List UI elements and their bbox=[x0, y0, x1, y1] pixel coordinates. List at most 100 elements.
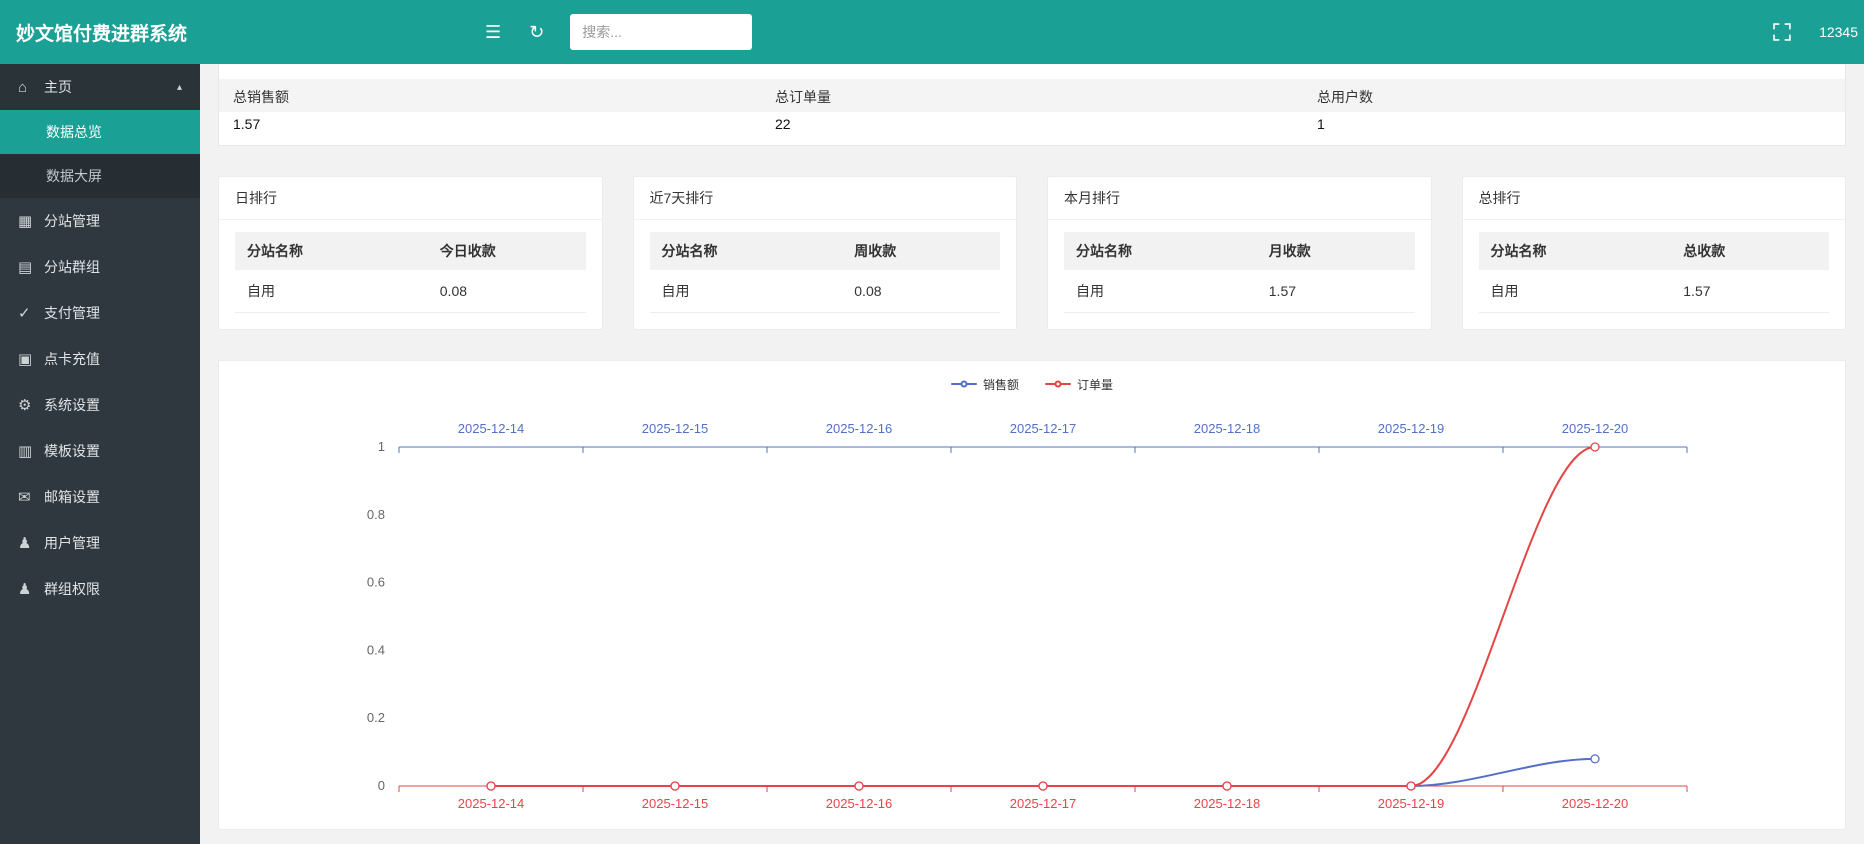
sidebar-item-payment-manage[interactable]: ✓支付管理 bbox=[0, 290, 200, 336]
sidebar-item-label: 主页 bbox=[44, 77, 72, 97]
ranking-header-row: 分站名称周收款 bbox=[650, 232, 1001, 270]
username[interactable]: 12345 bbox=[1819, 24, 1858, 40]
sidebar-subitem-data-screen[interactable]: 数据大屏 bbox=[0, 154, 200, 198]
sidebar-item-site-groups[interactable]: ▤分站群组 bbox=[0, 244, 200, 290]
sidebar-item-label: 群组权限 bbox=[44, 579, 100, 599]
cell-amount: 1.57 bbox=[1671, 270, 1829, 313]
svg-text:2025-12-20: 2025-12-20 bbox=[1562, 421, 1629, 436]
ranking-card-week: 近7天排行分站名称周收款自用0.08 bbox=[633, 176, 1018, 330]
collapse-sidebar-icon[interactable]: ☰ bbox=[485, 23, 501, 41]
table-row: 自用1.57 bbox=[1479, 270, 1830, 313]
legend-label: 订单量 bbox=[1077, 376, 1113, 393]
ranking-body: 分站名称月收款自用1.57 bbox=[1048, 220, 1431, 329]
header: 妙文馆付费进群系统 ☰ ↻ 12345 bbox=[0, 0, 1864, 64]
refresh-icon[interactable]: ↻ bbox=[529, 23, 544, 41]
sidebar-item-label: 分站群组 bbox=[44, 257, 100, 277]
users-icon: ♟ bbox=[18, 580, 44, 598]
ranking-title: 本月排行 bbox=[1048, 177, 1431, 220]
stat-cell-3: 总销售额1.57 bbox=[219, 79, 761, 145]
svg-text:2025-12-18: 2025-12-18 bbox=[1194, 796, 1261, 811]
sidebar-item-site-manage[interactable]: ▦分站管理 bbox=[0, 198, 200, 244]
cell-site-name: 自用 bbox=[1479, 270, 1672, 313]
sidebar-item-label: 支付管理 bbox=[44, 303, 100, 323]
sidebar-item-user-manage[interactable]: ♟用户管理 bbox=[0, 520, 200, 566]
column-header: 分站名称 bbox=[1064, 232, 1257, 270]
caret-up-icon: ▴ bbox=[177, 82, 182, 93]
sidebar-item-home[interactable]: ⌂主页 ▴ bbox=[0, 64, 200, 110]
fullscreen-icon[interactable] bbox=[1773, 23, 1791, 41]
sidebar-item-group-permissions[interactable]: ♟群组权限 bbox=[0, 566, 200, 612]
column-header: 周收款 bbox=[842, 232, 1000, 270]
sidebar-subitem-label: 数据大屏 bbox=[46, 166, 102, 186]
svg-text:0.6: 0.6 bbox=[367, 575, 385, 590]
legend-item-orders[interactable]: 订单量 bbox=[1045, 376, 1113, 393]
ranking-table: 分站名称今日收款自用0.08 bbox=[235, 232, 586, 313]
svg-text:2025-12-14: 2025-12-14 bbox=[458, 421, 525, 436]
svg-text:2025-12-17: 2025-12-17 bbox=[1010, 421, 1077, 436]
svg-text:1: 1 bbox=[378, 439, 385, 454]
template-icon: ▥ bbox=[18, 442, 44, 460]
stat-value: 22 bbox=[761, 112, 1303, 145]
sidebar-item-system-settings[interactable]: ⚙系统设置 bbox=[0, 382, 200, 428]
legend-dot bbox=[960, 381, 967, 388]
layers-icon: ▤ bbox=[18, 258, 44, 276]
legend-marker bbox=[1045, 383, 1071, 385]
table-row: 自用0.08 bbox=[650, 270, 1001, 313]
main-content: 当天销售额0.08当天订单量1当天新用户数0总销售额1.57总订单量22总用户数… bbox=[200, 0, 1864, 842]
chart-legend: 销售额 订单量 bbox=[219, 375, 1845, 393]
ranking-card-total: 总排行分站名称总收款自用1.57 bbox=[1462, 176, 1847, 330]
svg-text:2025-12-16: 2025-12-16 bbox=[826, 421, 893, 436]
sidebar-item-template-settings[interactable]: ▥模板设置 bbox=[0, 428, 200, 474]
svg-text:2025-12-19: 2025-12-19 bbox=[1378, 421, 1445, 436]
stat-cell-4: 总订单量22 bbox=[761, 79, 1303, 145]
gear-icon: ⚙ bbox=[18, 396, 44, 414]
svg-text:2025-12-15: 2025-12-15 bbox=[642, 421, 709, 436]
svg-text:2025-12-16: 2025-12-16 bbox=[826, 796, 893, 811]
search-input[interactable] bbox=[570, 14, 752, 50]
svg-text:0.8: 0.8 bbox=[367, 507, 385, 522]
ranking-header-row: 分站名称月收款 bbox=[1064, 232, 1415, 270]
sidebar-subitem-label: 数据总览 bbox=[46, 122, 102, 142]
column-header: 分站名称 bbox=[1479, 232, 1672, 270]
stat-label: 总用户数 bbox=[1303, 79, 1845, 112]
cell-amount: 0.08 bbox=[842, 270, 1000, 313]
ranking-card-day: 日排行分站名称今日收款自用0.08 bbox=[218, 176, 603, 330]
sidebar-subitem-data-overview[interactable]: 数据总览 bbox=[0, 110, 200, 154]
cell-site-name: 自用 bbox=[1064, 270, 1257, 313]
user-icon: ♟ bbox=[18, 534, 44, 552]
ranking-table: 分站名称月收款自用1.57 bbox=[1064, 232, 1415, 313]
stat-label: 总订单量 bbox=[761, 79, 1303, 112]
home-icon: ⌂ bbox=[18, 79, 44, 96]
ranking-body: 分站名称周收款自用0.08 bbox=[634, 220, 1017, 329]
legend-label: 销售额 bbox=[983, 376, 1019, 393]
ranking-body: 分站名称今日收款自用0.08 bbox=[219, 220, 602, 329]
ranking-card-month: 本月排行分站名称月收款自用1.57 bbox=[1047, 176, 1432, 330]
column-header: 月收款 bbox=[1257, 232, 1415, 270]
grid-icon: ▦ bbox=[18, 212, 44, 230]
cell-amount: 1.57 bbox=[1257, 270, 1415, 313]
stat-value: 1 bbox=[1303, 112, 1845, 145]
svg-text:0.4: 0.4 bbox=[367, 642, 385, 657]
legend-item-sales[interactable]: 销售额 bbox=[951, 376, 1019, 393]
search-box bbox=[570, 14, 752, 50]
ranking-title: 近7天排行 bbox=[634, 177, 1017, 220]
ranking-body: 分站名称总收款自用1.57 bbox=[1463, 220, 1846, 329]
svg-text:2025-12-20: 2025-12-20 bbox=[1562, 796, 1629, 811]
stat-label: 总销售额 bbox=[219, 79, 761, 112]
svg-text:0: 0 bbox=[378, 778, 385, 793]
submenu-home: 数据总览数据大屏 bbox=[0, 110, 200, 198]
ranking-header-row: 分站名称今日收款 bbox=[235, 232, 586, 270]
sidebar-item-card-recharge[interactable]: ▣点卡充值 bbox=[0, 336, 200, 382]
cell-site-name: 自用 bbox=[650, 270, 843, 313]
sidebar-item-mail-settings[interactable]: ✉邮箱设置 bbox=[0, 474, 200, 520]
ranking-table: 分站名称总收款自用1.57 bbox=[1479, 232, 1830, 313]
svg-text:2025-12-17: 2025-12-17 bbox=[1010, 796, 1077, 811]
svg-text:2025-12-18: 2025-12-18 bbox=[1194, 421, 1261, 436]
svg-text:2025-12-14: 2025-12-14 bbox=[458, 796, 525, 811]
chart-card: 销售额 订单量 0 0.2 0.4 0.6 0.8 1 2025-12-14 2025-12-1… bbox=[218, 360, 1846, 830]
column-header: 总收款 bbox=[1671, 232, 1829, 270]
svg-text:0.2: 0.2 bbox=[367, 710, 385, 725]
stat-value: 1.57 bbox=[219, 112, 761, 145]
table-row: 自用1.57 bbox=[1064, 270, 1415, 313]
sidebar-item-label: 分站管理 bbox=[44, 211, 100, 231]
